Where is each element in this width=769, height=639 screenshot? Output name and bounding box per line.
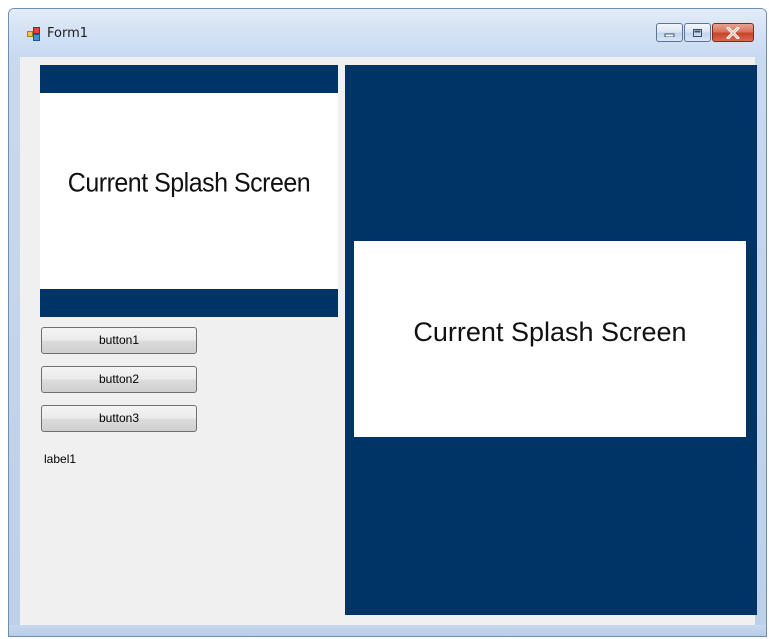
client-area: Current Splash Screen button1 button2 bu… — [20, 57, 757, 627]
splash-preview-small: Current Splash Screen — [40, 65, 338, 317]
caption-buttons — [656, 23, 754, 42]
minimize-icon — [664, 33, 675, 37]
form1-window: Form1 Current Splash Screen button1 butt… — [8, 8, 767, 637]
splash-preview-large: Current Splash Screen — [345, 65, 757, 615]
splash-text-small: Current Splash Screen — [67, 167, 311, 199]
close-button[interactable] — [712, 23, 754, 42]
maximize-icon — [693, 28, 702, 37]
window-bottom-border[interactable] — [9, 625, 766, 636]
splash-band-bottom — [40, 289, 338, 317]
button3[interactable]: button3 — [41, 405, 197, 432]
title-bar[interactable]: Form1 — [9, 9, 766, 57]
close-icon — [726, 26, 740, 39]
maximize-button[interactable] — [684, 23, 711, 42]
window-title: Form1 — [47, 26, 89, 41]
minimize-button[interactable] — [656, 23, 683, 42]
splash-band-top — [40, 65, 338, 93]
button2[interactable]: button2 — [41, 366, 197, 393]
label1: label1 — [44, 452, 77, 466]
splash-panel-large: Current Splash Screen — [354, 241, 746, 437]
button1[interactable]: button1 — [41, 327, 197, 354]
splash-text-large: Current Splash Screen — [413, 317, 687, 347]
app-icon — [27, 27, 41, 41]
